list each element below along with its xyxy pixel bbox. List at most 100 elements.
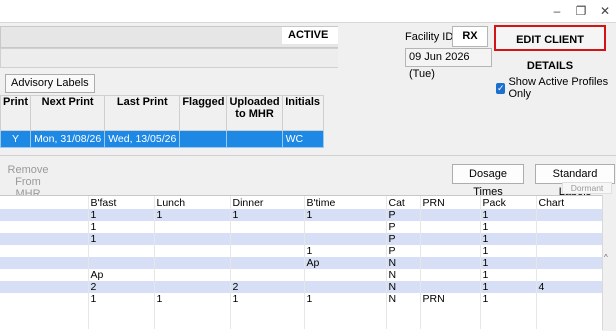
- grid-cell: [0, 221, 89, 233]
- minimize-icon[interactable]: –: [546, 2, 568, 20]
- grid-cell: [386, 317, 421, 329]
- grid-cell: 1: [480, 245, 537, 257]
- grid-cell: [480, 305, 537, 317]
- grid-cell: 1: [480, 221, 537, 233]
- grid-cell: 1: [480, 269, 537, 281]
- grid-cell: [536, 233, 602, 245]
- grid-cell: 1: [88, 221, 155, 233]
- grid-cell: [536, 317, 602, 329]
- grid-cell: 1: [480, 209, 537, 221]
- grid-row[interactable]: 2 2 N 14: [0, 281, 602, 293]
- grid-cell: [304, 233, 387, 245]
- grid-cell: [154, 281, 231, 293]
- col-initials[interactable]: Initials: [281, 95, 324, 131]
- grid-cell: [230, 257, 305, 269]
- grid-cell: 1: [304, 209, 387, 221]
- grid-cell: [230, 317, 305, 329]
- grid-cell: [304, 281, 387, 293]
- grid-cell: [88, 305, 155, 317]
- grid-row[interactable]: [0, 317, 602, 329]
- grid-cell: [536, 269, 602, 281]
- cell-flagged: [179, 130, 228, 148]
- grid-cell: [536, 209, 602, 221]
- grid-cell: [420, 245, 481, 257]
- grid-row[interactable]: Ap N 1: [0, 257, 602, 269]
- grid-row[interactable]: 1 P 1: [0, 221, 602, 233]
- grid-col-5[interactable]: Cat: [386, 196, 421, 209]
- grid-row[interactable]: 1P1: [0, 233, 602, 245]
- grid-cell: N: [386, 257, 421, 269]
- grid-cell: 1: [88, 233, 155, 245]
- dormant-button[interactable]: Dormant: [562, 182, 612, 194]
- grid-cell: [154, 221, 231, 233]
- close-icon[interactable]: ✕: [594, 2, 616, 20]
- grid-row[interactable]: [0, 305, 602, 317]
- grid-col-3[interactable]: Dinner: [230, 196, 305, 209]
- scroll-up-icon[interactable]: ^: [604, 253, 608, 262]
- grid-cell: [536, 293, 602, 305]
- grid-row[interactable]: 1P1: [0, 245, 602, 257]
- grid-cell: 1: [154, 293, 231, 305]
- grid-row[interactable]: Ap N 1: [0, 269, 602, 281]
- grid-cell: 1: [480, 293, 537, 305]
- grid-cell: [304, 269, 387, 281]
- col-last-print[interactable]: Last Print: [104, 95, 181, 131]
- col-flagged[interactable]: Flagged: [179, 95, 228, 131]
- col-print[interactable]: Print: [0, 95, 32, 131]
- client-subinfo-field: [0, 48, 280, 68]
- standard-labels-button[interactable]: Standard Labels: [535, 164, 615, 198]
- grid-row[interactable]: 1 1 1 1 N PRN 1: [0, 293, 602, 305]
- grid-row[interactable]: 1111P1: [0, 209, 602, 221]
- grid-cell: Ap: [88, 269, 155, 281]
- cell-print: Y: [0, 130, 32, 148]
- grid-cell: 4: [536, 281, 602, 293]
- grid-col-6[interactable]: PRN: [420, 196, 481, 209]
- grid-cell: [0, 305, 89, 317]
- facility-id-label: Facility ID: [405, 31, 454, 43]
- grid-col-4[interactable]: B'time: [304, 196, 387, 209]
- grid-cell: N: [386, 293, 421, 305]
- grid-col-8[interactable]: Chart: [536, 196, 602, 209]
- grid-col-1[interactable]: B'fast: [88, 196, 155, 209]
- grid-cell: PRN: [420, 293, 481, 305]
- grid-cell: [154, 269, 231, 281]
- grid-cell: [480, 317, 537, 329]
- grid-cell: [420, 257, 481, 269]
- grid-cell: [0, 281, 89, 293]
- grid-col-0[interactable]: [0, 196, 89, 209]
- header-divider-lower: [278, 48, 338, 68]
- dose-grid: B'fast Lunch Dinner B'time Cat PRN Pack Chart 1…: [0, 195, 602, 331]
- grid-cell: N: [386, 269, 421, 281]
- grid-col-7[interactable]: Pack: [480, 196, 537, 209]
- grid-cell: 1: [88, 293, 155, 305]
- col-uploaded-to-mhr[interactable]: Uploaded to MHR: [226, 95, 283, 131]
- profile-row[interactable]: Y Mon, 31/08/26 Wed, 13/05/26 WC: [0, 130, 324, 148]
- pane-divider[interactable]: [0, 155, 616, 156]
- grid-cell: [0, 257, 89, 269]
- grid-cell: Ap: [304, 257, 387, 269]
- grid-cell: [0, 209, 89, 221]
- advisory-labels-button[interactable]: Advisory Labels: [5, 74, 95, 93]
- dosage-times-button[interactable]: Dosage Times: [452, 164, 524, 198]
- col-next-print[interactable]: Next Print: [30, 95, 106, 131]
- grid-cell: [0, 293, 89, 305]
- grid-cell: P: [386, 221, 421, 233]
- vertical-scrollbar[interactable]: [602, 195, 616, 330]
- checkbox-checked-icon[interactable]: ✓: [496, 82, 506, 94]
- show-active-profiles-toggle[interactable]: ✓ Show Active Profiles Only: [496, 76, 616, 100]
- grid-cell: [154, 257, 231, 269]
- remove-from-mhr-button[interactable]: Remove From MHR: [4, 162, 52, 200]
- grid-cell: 1: [480, 233, 537, 245]
- grid-cell: [420, 209, 481, 221]
- current-date: 09 Jun 2026 (Tue): [405, 48, 492, 80]
- grid-cell: [304, 317, 387, 329]
- restore-icon[interactable]: ❐: [570, 2, 592, 20]
- grid-cell: [304, 305, 387, 317]
- grid-cell: [230, 269, 305, 281]
- edit-client-details-button[interactable]: EDIT CLIENT DETAILS: [494, 25, 606, 72]
- grid-cell: [0, 245, 89, 257]
- grid-cell: 1: [230, 209, 305, 221]
- grid-col-2[interactable]: Lunch: [154, 196, 231, 209]
- status-badge: ACTIVE: [282, 27, 338, 44]
- grid-cell: 1: [154, 209, 231, 221]
